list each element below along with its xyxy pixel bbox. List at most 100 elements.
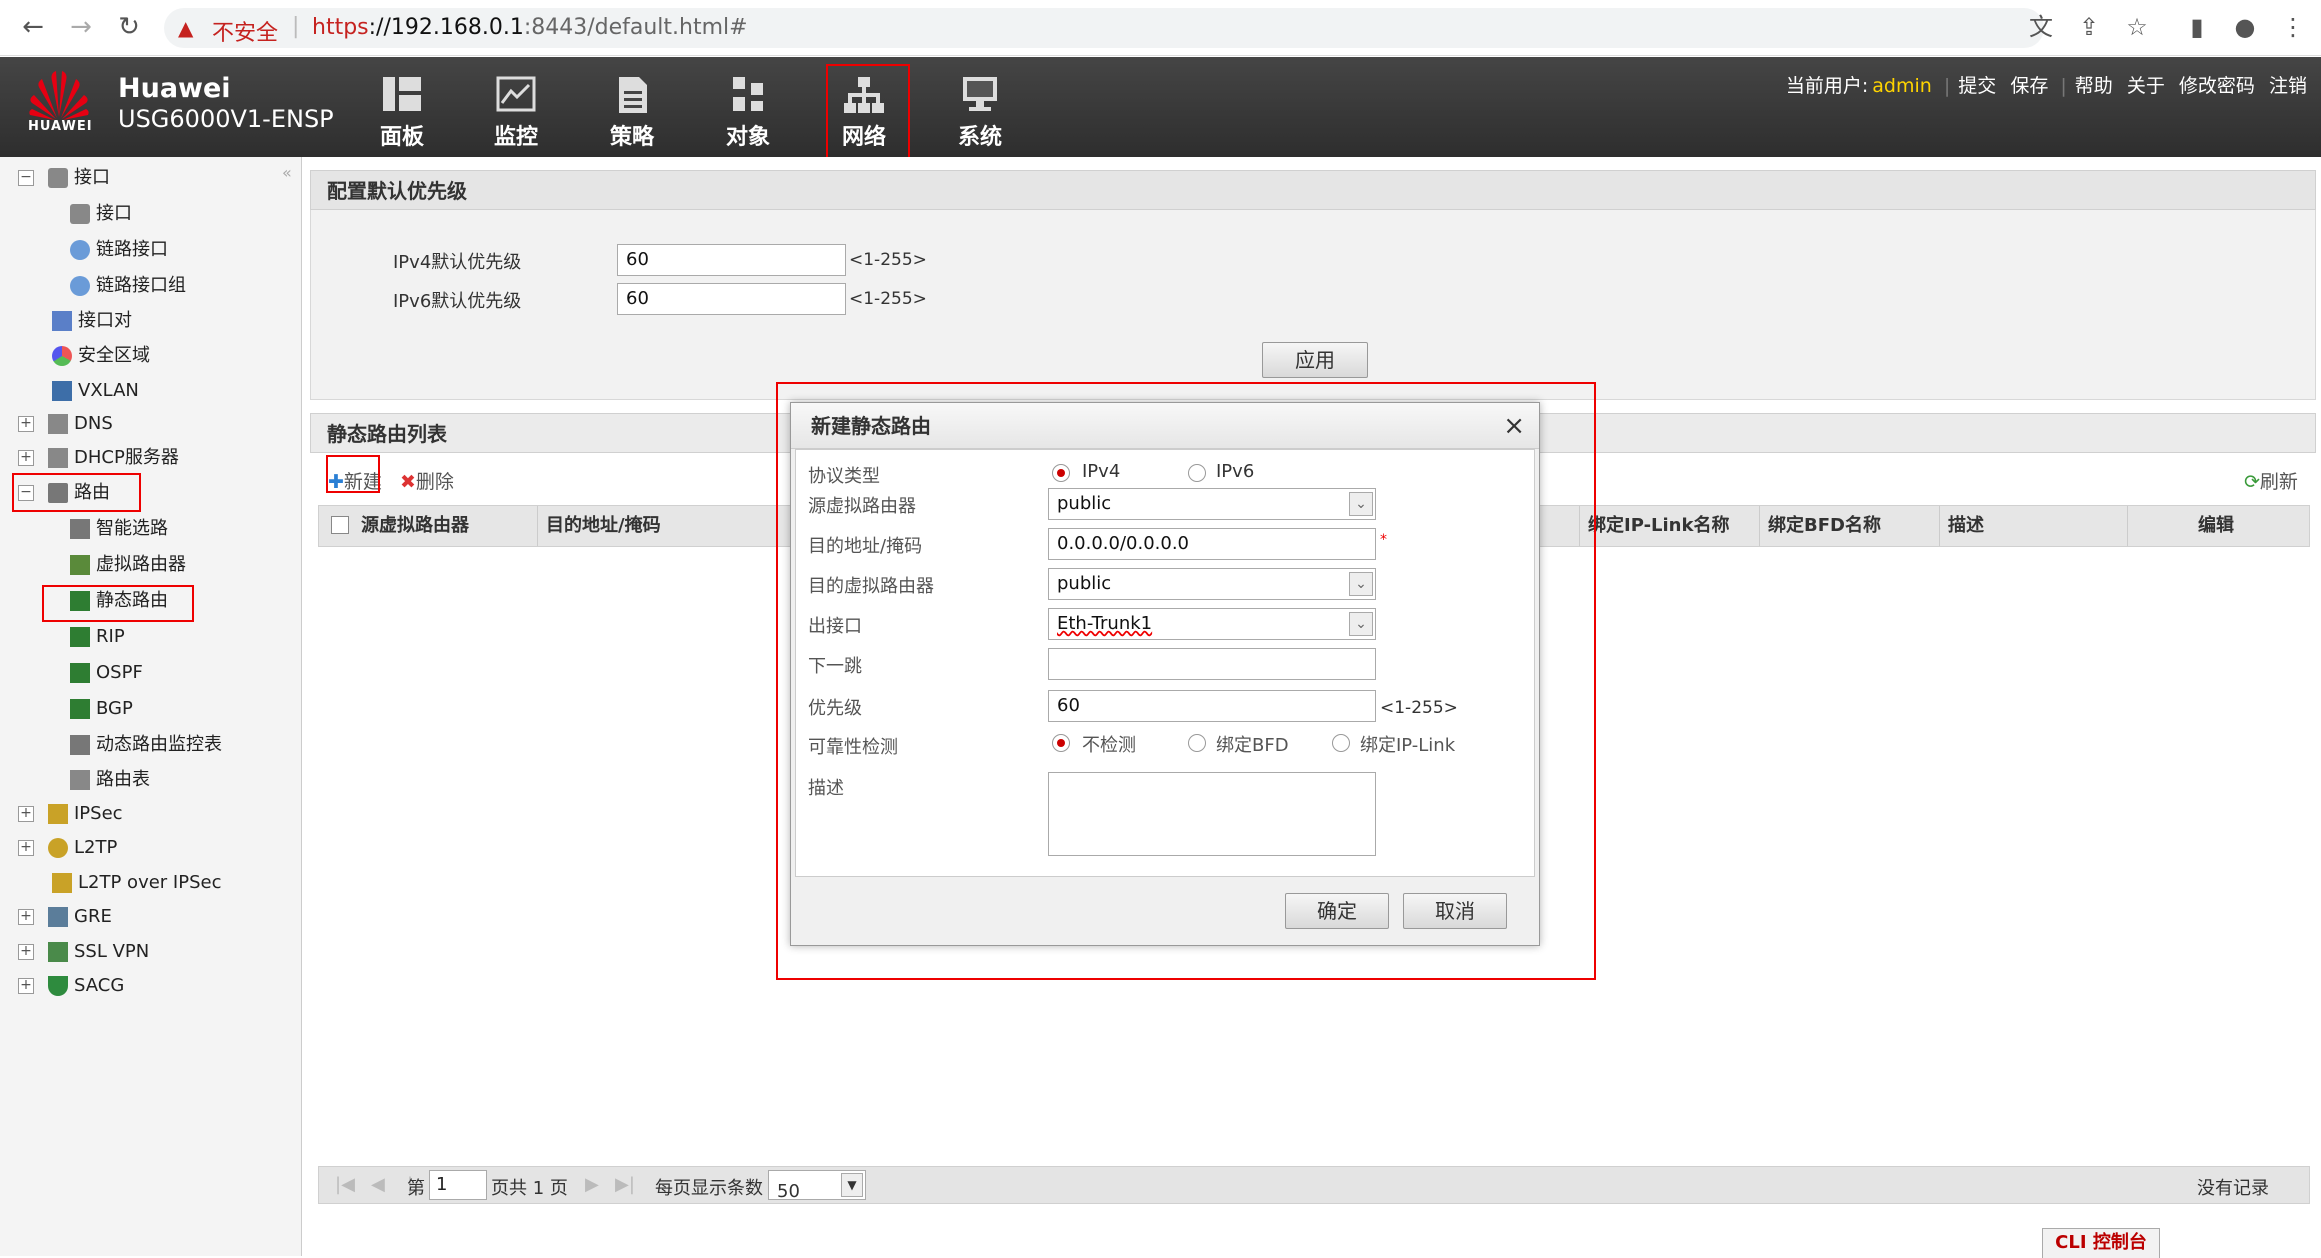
sidebar-item-interface-group[interactable]: − 接口: [18, 163, 110, 193]
sidebar: [0, 157, 302, 1256]
bind-iplink-label: 绑定IP-Link: [1360, 735, 1456, 756]
expand-toggle-icon[interactable]: +: [18, 840, 34, 856]
ok-button[interactable]: 确定: [1285, 893, 1389, 929]
chevron-down-icon: ⌄: [1349, 572, 1373, 596]
forward-icon[interactable]: →: [66, 12, 96, 42]
expand-toggle-icon[interactable]: +: [18, 806, 34, 822]
save-link[interactable]: 保存: [2010, 75, 2048, 97]
sidebar-item-ssl-vpn[interactable]: + SSL VPN: [18, 937, 149, 967]
expand-toggle-icon[interactable]: +: [18, 450, 34, 466]
sidebar-item-link-interface[interactable]: 链路接口: [70, 235, 168, 265]
bookmark-star-icon[interactable]: ☆: [2122, 12, 2152, 42]
per-page-select[interactable]: 50 ▼: [768, 1170, 866, 1202]
route-monitor-icon: [70, 735, 90, 755]
about-link[interactable]: 关于: [2127, 75, 2165, 97]
help-link[interactable]: 帮助: [2075, 75, 2113, 97]
prev-page-icon[interactable]: ◀: [371, 1174, 385, 1195]
rip-icon: [70, 627, 90, 647]
expand-toggle-icon[interactable]: +: [18, 944, 34, 960]
ipv4-priority-input[interactable]: 60: [617, 244, 846, 276]
sidebar-item-ospf[interactable]: OSPF: [70, 658, 143, 688]
interface-icon: [70, 204, 90, 224]
cancel-button[interactable]: 取消: [1403, 893, 1507, 929]
sidebar-item-smart-routing[interactable]: 智能选路: [70, 514, 168, 544]
sidebar-item-ipsec[interactable]: + IPSec: [18, 799, 123, 829]
col-dest-mask[interactable]: 目的地址/掩码: [537, 506, 661, 546]
cli-console-button[interactable]: CLI 控制台: [2042, 1228, 2160, 1258]
sidebar-item-interface[interactable]: 接口: [70, 199, 132, 229]
ipv6-priority-input[interactable]: 60: [617, 283, 846, 315]
back-icon[interactable]: ←: [18, 12, 48, 42]
dst-vr-select[interactable]: public ⌄: [1048, 568, 1376, 600]
sidebar-item-dhcp-server[interactable]: + DHCP服务器: [18, 443, 179, 473]
new-static-route-dialog: 新建静态路由 × 协议类型 IPv4 IPv6 源虚拟路由器 public ⌄ 目…: [790, 402, 1540, 946]
src-vr-select[interactable]: public ⌄: [1048, 488, 1376, 520]
last-page-icon[interactable]: ▶|: [615, 1174, 635, 1195]
col-iplink-name[interactable]: 绑定IP-Link名称: [1579, 506, 1729, 546]
collapse-toggle-icon[interactable]: −: [18, 170, 34, 186]
bind-bfd-radio[interactable]: [1188, 734, 1206, 752]
chevron-down-icon: ⌄: [1349, 492, 1373, 516]
select-all-checkbox[interactable]: [331, 516, 349, 534]
side-panel-icon[interactable]: ▮: [2182, 12, 2212, 42]
expand-toggle-icon[interactable]: +: [18, 978, 34, 994]
close-icon[interactable]: ×: [1503, 411, 1525, 441]
nav-policy[interactable]: 策略: [592, 69, 672, 150]
nav-monitor[interactable]: 监控: [476, 69, 556, 150]
sidebar-item-interface-pair[interactable]: 接口对: [52, 306, 132, 336]
monitor-icon: [496, 76, 536, 112]
sidebar-item-dynamic-route-monitor[interactable]: 动态路由监控表: [70, 730, 222, 760]
page-number-input[interactable]: 1: [429, 1170, 487, 1200]
expand-toggle-icon[interactable]: +: [18, 909, 34, 925]
bind-iplink-radio[interactable]: [1332, 734, 1350, 752]
reload-icon[interactable]: ↻: [114, 12, 144, 42]
sidebar-item-route-table[interactable]: 路由表: [70, 765, 150, 795]
new-button-highlight: [326, 455, 380, 493]
policy-icon: [619, 77, 647, 113]
dest-mask-input[interactable]: 0.0.0.0/0.0.0.0: [1048, 528, 1376, 560]
out-interface-select[interactable]: Eth-Trunk1 ⌄: [1048, 608, 1376, 640]
sidebar-item-dns[interactable]: + DNS: [18, 409, 113, 439]
priority-input[interactable]: 60: [1048, 690, 1376, 722]
col-src-vr[interactable]: 源虚拟路由器: [353, 506, 469, 546]
collapse-sidebar-icon[interactable]: «: [282, 163, 292, 182]
sidebar-item-vxlan[interactable]: VXLAN: [52, 376, 139, 406]
ipv6-radio[interactable]: [1188, 464, 1206, 482]
address-bar[interactable]: ▲ 不安全 | https://192.168.0.1:8443/default…: [164, 8, 2044, 48]
submit-link[interactable]: 提交: [1958, 75, 1996, 97]
sidebar-item-link-interface-group[interactable]: 链路接口组: [70, 271, 186, 301]
apply-button[interactable]: 应用: [1262, 342, 1368, 378]
col-bfd-name[interactable]: 绑定BFD名称: [1759, 506, 1881, 546]
description-textarea[interactable]: [1048, 772, 1376, 856]
next-page-icon[interactable]: ▶: [585, 1174, 599, 1195]
share-icon[interactable]: ⇪: [2074, 12, 2104, 42]
sidebar-item-rip[interactable]: RIP: [70, 622, 125, 652]
sidebar-item-security-zone[interactable]: 安全区域: [52, 341, 150, 371]
expand-toggle-icon[interactable]: +: [18, 416, 34, 432]
first-page-icon[interactable]: |◀: [335, 1174, 355, 1195]
link-interface-icon: [70, 240, 90, 260]
nav-system[interactable]: 系统: [940, 69, 1020, 150]
delete-route-button[interactable]: ✖删除: [400, 467, 454, 494]
sidebar-item-sacg[interactable]: + SACG: [18, 971, 124, 1001]
translate-icon[interactable]: 文: [2026, 12, 2056, 42]
change-password-link[interactable]: 修改密码: [2179, 75, 2255, 97]
profile-icon[interactable]: ●: [2230, 12, 2260, 42]
sidebar-item-gre[interactable]: + GRE: [18, 902, 112, 932]
dialog-title: 新建静态路由: [791, 403, 1539, 449]
nav-dashboard[interactable]: 面板: [362, 69, 442, 150]
ipv4-priority-label: IPv4默认优先级: [393, 252, 522, 273]
col-description[interactable]: 描述: [1939, 506, 1984, 546]
nav-object[interactable]: 对象: [708, 69, 788, 150]
refresh-button[interactable]: ⟳刷新: [2244, 467, 2298, 494]
sidebar-item-l2tp-over-ipsec[interactable]: L2TP over IPSec: [52, 868, 221, 898]
logout-link[interactable]: 注销: [2269, 75, 2307, 97]
next-hop-input[interactable]: [1048, 648, 1376, 680]
sidebar-item-bgp[interactable]: BGP: [70, 694, 133, 724]
sidebar-item-l2tp[interactable]: + L2TP: [18, 833, 117, 863]
col-edit[interactable]: 编辑: [2127, 506, 2234, 546]
menu-icon[interactable]: ⋮: [2278, 12, 2308, 42]
sidebar-item-virtual-router[interactable]: 虚拟路由器: [70, 550, 186, 580]
ipv4-radio[interactable]: [1052, 464, 1070, 482]
no-detect-radio[interactable]: [1052, 734, 1070, 752]
